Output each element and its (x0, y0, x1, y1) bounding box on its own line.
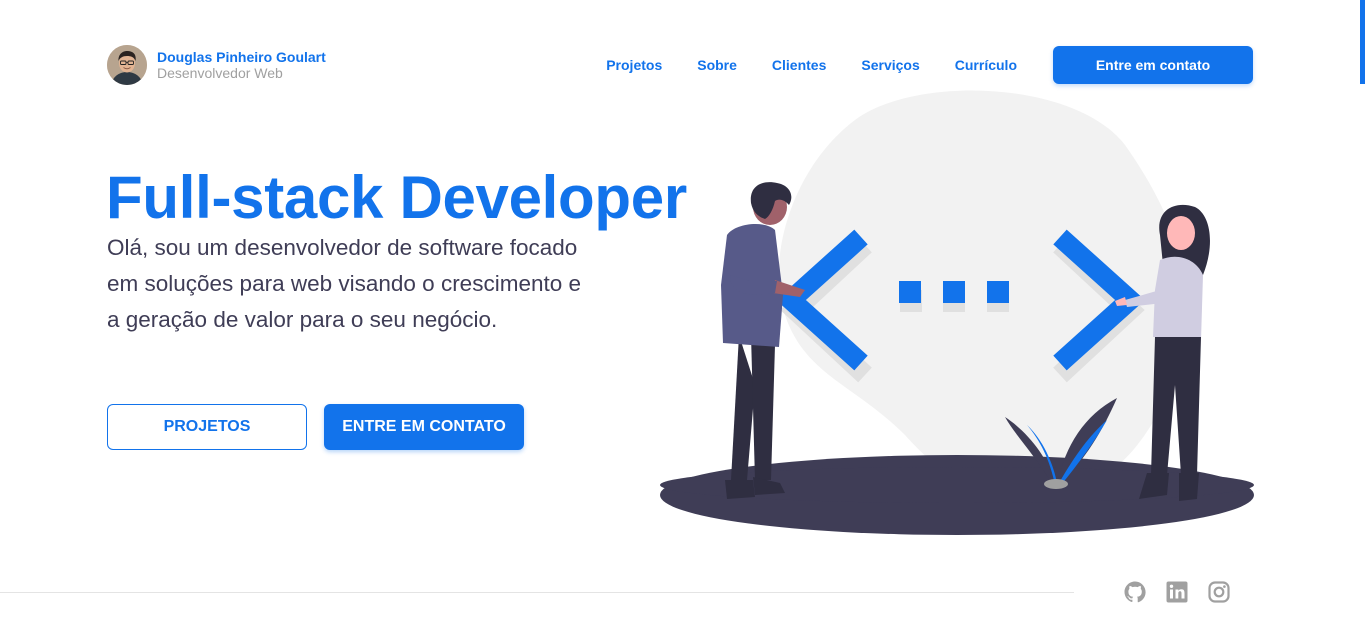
instagram-icon[interactable] (1207, 580, 1231, 604)
avatar (107, 45, 147, 85)
nav-link-servicos[interactable]: Serviços (861, 57, 919, 73)
contact-button[interactable]: Entre em contato (1053, 46, 1253, 84)
linkedin-icon[interactable] (1165, 580, 1189, 604)
brand[interactable]: Douglas Pinheiro Goulart Desenvolvedor W… (107, 45, 326, 85)
nav-link-projetos[interactable]: Projetos (606, 57, 662, 73)
footer-divider (0, 592, 1074, 593)
nav-link-sobre[interactable]: Sobre (697, 57, 737, 73)
ellipsis-dot (899, 281, 921, 303)
hero-title: Full-stack Developer (106, 164, 687, 231)
ellipsis-dot (987, 281, 1009, 303)
social-links (1123, 580, 1231, 604)
brand-name[interactable]: Douglas Pinheiro Goulart (157, 49, 326, 65)
brand-role: Desenvolvedor Web (157, 65, 283, 81)
nav-link-curriculo[interactable]: Currículo (955, 57, 1017, 73)
hero-contact-button[interactable]: ENTRE EM CONTATO (324, 404, 524, 450)
nav-link-clientes[interactable]: Clientes (772, 57, 826, 73)
site-header: Douglas Pinheiro Goulart Desenvolvedor W… (107, 45, 1253, 85)
main-nav: Projetos Sobre Clientes Serviços Currícu… (606, 46, 1253, 84)
scroll-indicator[interactable] (1360, 0, 1365, 84)
projects-button[interactable]: PROJETOS (107, 404, 307, 450)
github-icon[interactable] (1123, 580, 1147, 604)
ellipsis-dot (943, 281, 965, 303)
hero-description: Olá, sou um desenvolvedor de software fo… (107, 235, 581, 332)
developers-illustration (655, 85, 1260, 540)
